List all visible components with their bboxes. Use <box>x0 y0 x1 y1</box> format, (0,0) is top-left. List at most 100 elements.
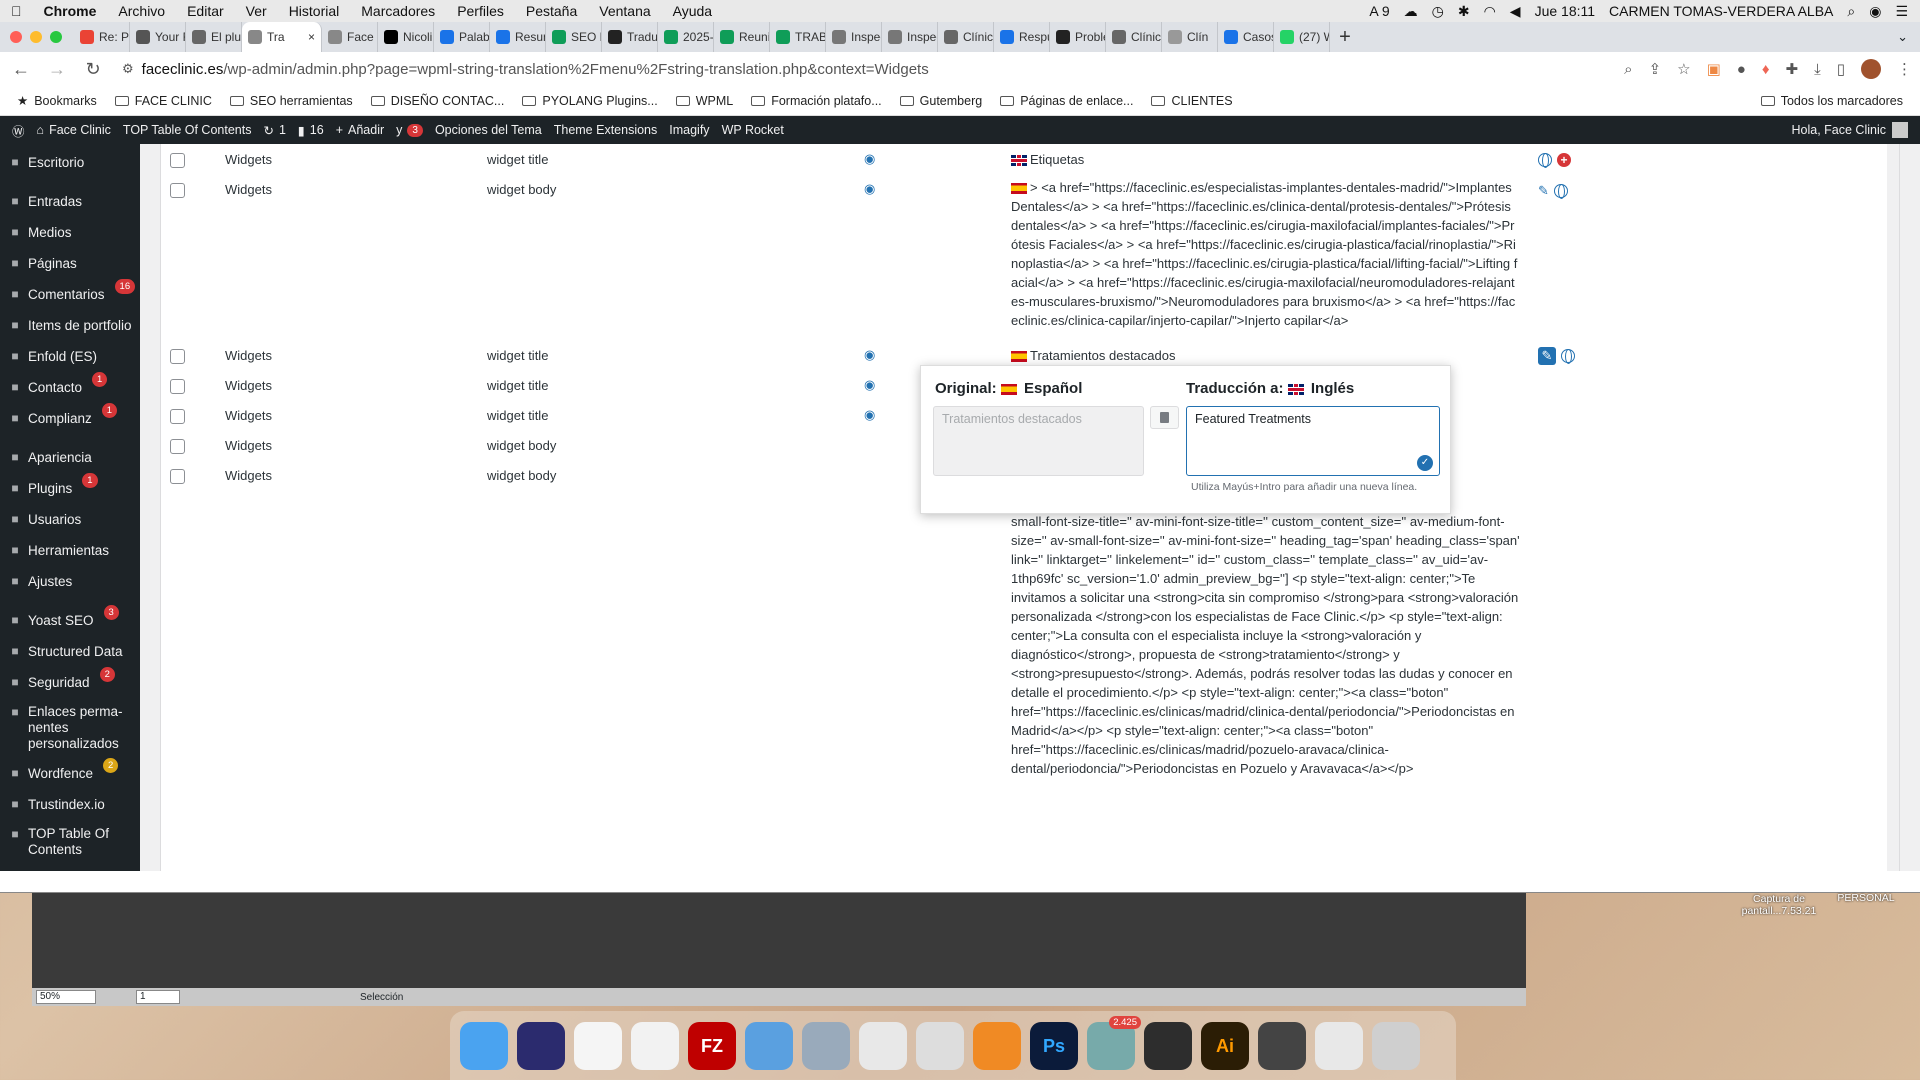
extension-icon[interactable]: ▣ <box>1707 60 1721 78</box>
row-checkbox[interactable] <box>170 153 185 168</box>
desktop-file-label[interactable]: Captura de pantall...7.53.21 <box>1734 893 1824 917</box>
tab-active[interactable]: Tra × <box>242 22 322 52</box>
admin-bar-theme-extensions[interactable]: Theme Extensions <box>548 123 664 137</box>
tab[interactable]: Palabr <box>434 22 490 52</box>
bookmark-star-icon[interactable]: ☆ <box>1677 60 1690 78</box>
sidebar-item-herramientas[interactable]: ■ Herramientas <box>0 535 140 566</box>
minimize-window-button[interactable] <box>30 31 42 43</box>
tab[interactable]: Face C <box>322 22 378 52</box>
tab-search-icon[interactable]: ⌄ <box>1885 22 1920 52</box>
dock-photoshop-icon[interactable]: Ps <box>1030 1022 1078 1070</box>
row-checkbox[interactable] <box>170 469 185 484</box>
sidebar-item-enlaces-perma-nentes-personalizados[interactable]: ■ Enlaces perma-nentes personalizados <box>0 698 140 758</box>
page-field[interactable]: 1 <box>136 990 180 1004</box>
siri-icon[interactable]: ◉ <box>1869 3 1881 20</box>
dock-textedit-icon[interactable] <box>631 1022 679 1070</box>
pencil-icon[interactable]: ✎ <box>1538 183 1549 199</box>
apple-icon[interactable]:  <box>0 3 33 19</box>
tab[interactable]: Re: Pá <box>74 22 130 52</box>
dock-illustrator-icon[interactable]: Ai <box>1201 1022 1249 1070</box>
bookmark-folder[interactable]: PYOLANG Plugins... <box>513 94 666 108</box>
sidebar-item-wordfence[interactable]: ■ Wordfence 2 <box>0 758 140 789</box>
sidebar-item-contacto[interactable]: ■ Contacto 1 <box>0 372 140 403</box>
tab[interactable]: Proble <box>1050 22 1106 52</box>
save-check-icon[interactable]: ✓ <box>1417 455 1433 471</box>
admin-bar-imagify[interactable]: Imagify <box>663 123 715 137</box>
globe-icon[interactable] <box>1561 349 1575 364</box>
clock-icon[interactable]: ◷ <box>1432 3 1444 20</box>
close-tab-icon[interactable]: × <box>308 30 315 44</box>
sidebar-item-plugins[interactable]: ■ Plugins 1 <box>0 473 140 504</box>
chrome-menu-icon[interactable]: ⋮ <box>1897 60 1912 78</box>
dock-documents-icon[interactable] <box>1315 1022 1363 1070</box>
sidebar-item-entradas[interactable]: ■ Entradas <box>0 186 140 217</box>
reload-icon[interactable]: ↻ <box>80 59 106 80</box>
dock-trash-icon[interactable] <box>1372 1022 1420 1070</box>
eye-icon[interactable]: ◉ <box>864 151 875 167</box>
row-checkbox[interactable] <box>170 183 185 198</box>
sidebar-item-complianz[interactable]: ■ Complianz 1 <box>0 403 140 434</box>
tab[interactable]: Clínica <box>938 22 994 52</box>
tab[interactable]: Respu <box>994 22 1050 52</box>
translation-input[interactable]: Featured Treatments <box>1186 406 1440 476</box>
menu-editar[interactable]: Editar <box>176 3 235 19</box>
tab[interactable]: TRAB/ <box>770 22 826 52</box>
tab[interactable]: Traduc <box>602 22 658 52</box>
bookmark-folder[interactable]: Formación platafo... <box>742 94 890 108</box>
dock-chrome-icon[interactable] <box>916 1022 964 1070</box>
bookmark-folder[interactable]: CLIENTES <box>1142 94 1241 108</box>
eye-icon[interactable]: ◉ <box>864 181 875 197</box>
sidebar-item-seguridad[interactable]: ■ Seguridad 2 <box>0 667 140 698</box>
vertical-scrollbar[interactable] <box>1887 144 1899 871</box>
menu-ventana[interactable]: Ventana <box>588 3 661 19</box>
tab[interactable]: (27) W <box>1274 22 1330 52</box>
extension-icon-3[interactable]: ♦ <box>1762 61 1770 78</box>
sidebar-item-ajustes[interactable]: ■ Ajustes <box>0 566 140 597</box>
admin-bar-site[interactable]: ⌂ Face Clinic <box>31 123 117 137</box>
zoom-field[interactable]: 50% <box>36 990 96 1004</box>
cloud-icon[interactable]: ☁ <box>1404 3 1418 20</box>
wordpress-logo-icon[interactable]: Ⓦ <box>6 121 31 140</box>
profile-avatar[interactable] <box>1861 59 1881 79</box>
tab[interactable]: Clínica <box>1106 22 1162 52</box>
dock-filezilla-icon[interactable]: FZ <box>688 1022 736 1070</box>
bluetooth-icon[interactable]: ✱ <box>1458 3 1470 20</box>
sidebar-item-items-de-portfolio[interactable]: ■ Items de portfolio <box>0 310 140 341</box>
dock-finder-icon[interactable] <box>460 1022 508 1070</box>
dock-mail-bird-icon[interactable]: 2.425 <box>1087 1016 1141 1070</box>
copy-original-button[interactable] <box>1150 406 1179 429</box>
row-checkbox[interactable] <box>170 409 185 424</box>
bookmark-folder[interactable]: Páginas de enlace... <box>991 94 1142 108</box>
bookmark-folder[interactable]: DISEÑO CONTAC... <box>362 94 514 108</box>
menu-marcadores[interactable]: Marcadores <box>350 3 446 19</box>
back-icon[interactable]: ← <box>8 59 34 80</box>
site-info-icon[interactable]: ⚙ <box>122 61 134 77</box>
add-translation-icon[interactable]: + <box>1557 153 1571 167</box>
tab[interactable]: Nicoli <box>378 22 434 52</box>
side-panel-icon[interactable]: ▯ <box>1837 60 1845 78</box>
close-window-button[interactable] <box>10 31 22 43</box>
sidebar-item-structured-data[interactable]: ■ Structured Data <box>0 636 140 667</box>
volume-icon[interactable]: ◀ <box>1510 3 1521 20</box>
extensions-puzzle-icon[interactable]: ✚ <box>1786 60 1799 78</box>
sidebar-item-trustindex-io[interactable]: ■ Trustindex.io <box>0 789 140 820</box>
new-tab-button[interactable]: + <box>1330 22 1360 52</box>
tab[interactable]: Your R <box>130 22 186 52</box>
dock-acrobat-icon[interactable] <box>859 1022 907 1070</box>
menu-historial[interactable]: Historial <box>278 3 351 19</box>
tab[interactable]: Reunic <box>714 22 770 52</box>
row-checkbox[interactable] <box>170 349 185 364</box>
extension-icon-2[interactable]: ● <box>1737 61 1746 78</box>
row-checkbox[interactable] <box>170 379 185 394</box>
pencil-icon[interactable]: ✎ <box>1538 347 1556 365</box>
downloads-icon[interactable]: ⤓ <box>1814 61 1821 78</box>
adobe-count[interactable]: A 9 <box>1369 3 1389 19</box>
dock-tor-icon[interactable] <box>1144 1022 1192 1070</box>
sidebar-item-usuarios[interactable]: ■ Usuarios <box>0 504 140 535</box>
dock-photos-icon[interactable] <box>574 1022 622 1070</box>
sidebar-item-comentarios[interactable]: ■ Comentarios 16 <box>0 279 140 310</box>
sidebar-item-medios[interactable]: ■ Medios <box>0 217 140 248</box>
wifi-icon[interactable]: ◠ <box>1484 3 1496 20</box>
admin-bar-updates[interactable]: ↻ 1 <box>257 123 291 138</box>
admin-bar-comments[interactable]: ▮ 16 <box>292 123 330 138</box>
